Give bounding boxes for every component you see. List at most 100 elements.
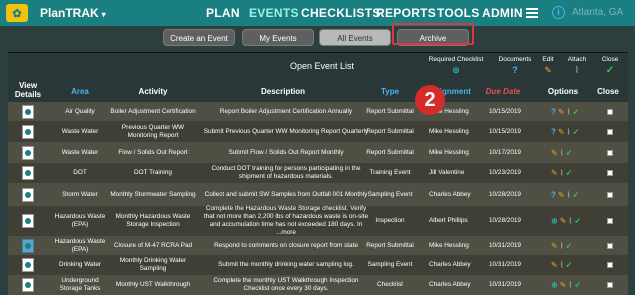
app-name-menu[interactable]: PlanTRAK ▾ xyxy=(40,6,106,20)
pencil-icon: ✎ xyxy=(544,65,552,75)
cell-due-date: 10/31/2019 xyxy=(489,261,521,268)
pencil-icon[interactable]: ✎ xyxy=(558,127,565,136)
close-checkbox[interactable] xyxy=(607,128,613,135)
cell-due-date: 10/23/2019 xyxy=(489,169,521,176)
paperclip-icon[interactable]: ⌇ xyxy=(568,217,572,226)
checkmark-icon[interactable]: ✓ xyxy=(566,148,573,157)
my-events-button[interactable]: My Events xyxy=(242,29,314,46)
close-checkbox[interactable] xyxy=(607,218,613,224)
planTRAK-logo-icon[interactable]: ✿ xyxy=(6,4,28,22)
cell-activity: DOT Training xyxy=(134,169,172,176)
header-close: Close xyxy=(597,87,619,96)
close-checkbox[interactable] xyxy=(607,262,613,268)
cell-area: DOT xyxy=(73,169,87,176)
all-events-button[interactable]: All Events xyxy=(319,29,391,46)
question-icon[interactable]: ? xyxy=(551,127,556,136)
header-area[interactable]: Area xyxy=(50,87,110,96)
paperclip-icon[interactable]: ⌇ xyxy=(560,148,564,157)
view-details-icon[interactable] xyxy=(22,124,34,139)
pencil-icon[interactable]: ✎ xyxy=(560,281,567,290)
header-type[interactable]: Type xyxy=(360,87,420,96)
view-details-icon[interactable] xyxy=(22,214,34,228)
globe-icon[interactable]: ⊕ xyxy=(551,217,558,226)
table-row: Drinking Water Monthly Drinking Water Sam… xyxy=(8,255,628,275)
view-details-icon[interactable] xyxy=(22,145,34,160)
cell-activity: Monthly Stormwater Sampling xyxy=(110,190,196,198)
view-details-icon[interactable] xyxy=(22,104,34,119)
info-icon[interactable]: i xyxy=(552,6,565,19)
pencil-icon[interactable]: ✎ xyxy=(558,190,565,199)
globe-icon[interactable]: ⊕ xyxy=(551,281,558,290)
close-checkbox[interactable] xyxy=(607,170,613,176)
view-details-icon[interactable] xyxy=(22,166,34,180)
pencil-icon[interactable]: ✎ xyxy=(551,261,558,270)
cell-description: Report Boiler Adjustment Certification A… xyxy=(219,107,353,115)
top-nav: ✿ PlanTRAK ▾ PLAN EVENTS CHECKLISTS REPOR… xyxy=(0,0,635,26)
pencil-icon[interactable]: ✎ xyxy=(551,169,558,178)
checkmark-icon[interactable]: ✓ xyxy=(574,281,581,290)
paperclip-icon[interactable]: ⌇ xyxy=(567,127,571,136)
nav-admin[interactable]: ADMIN xyxy=(482,6,523,20)
cell-type: Inspection xyxy=(375,217,405,224)
checkmark-icon[interactable]: ✓ xyxy=(566,241,573,250)
close-checkbox[interactable] xyxy=(607,242,613,249)
cell-activity: Monthly UST Walkthrough xyxy=(115,281,191,288)
cell-due-date: 10/28/2019 xyxy=(489,217,521,224)
close-legend: Close ✓ xyxy=(598,56,622,76)
cell-area: Hazardous Waste (EPA) xyxy=(54,213,106,228)
nav-reports[interactable]: REPORTS xyxy=(376,6,436,20)
close-checkbox[interactable] xyxy=(607,191,613,198)
checkmark-icon[interactable]: ✓ xyxy=(566,261,573,270)
cell-type: Report Submittal xyxy=(366,241,414,249)
cell-due-date: 10/31/2019 xyxy=(489,241,521,249)
nav-checklists[interactable]: CHECKLISTS xyxy=(301,6,381,20)
cell-area: Air Quality xyxy=(65,107,95,115)
cell-activity: Closure of M-47 RCRA Pad xyxy=(113,241,193,249)
pencil-icon[interactable]: ✎ xyxy=(551,241,558,250)
view-details-icon[interactable] xyxy=(22,187,34,202)
question-icon: ? xyxy=(512,65,518,75)
row-options: ⊕ ✎ ⌇ ✓ xyxy=(551,217,581,226)
cell-due-date: 10/17/2019 xyxy=(489,148,521,156)
view-details-icon[interactable] xyxy=(22,258,34,272)
paperclip-icon[interactable]: ⌇ xyxy=(560,261,564,270)
close-checkbox[interactable] xyxy=(607,282,613,288)
pencil-icon[interactable]: ✎ xyxy=(558,107,565,116)
required-checklist-label: Required Checklist xyxy=(428,56,484,63)
checkmark-icon[interactable]: ✓ xyxy=(566,169,573,178)
question-icon[interactable]: ? xyxy=(551,107,556,116)
create-event-button[interactable]: Create an Event xyxy=(163,29,235,46)
cell-description: Complete the Hazardous Waste Storage che… xyxy=(203,205,369,236)
close-checkbox[interactable] xyxy=(607,108,613,115)
hamburger-menu-icon[interactable] xyxy=(526,8,538,18)
view-details-icon[interactable] xyxy=(22,238,34,253)
header-description: Description xyxy=(260,87,305,96)
paperclip-icon[interactable]: ⌇ xyxy=(560,241,564,250)
paperclip-icon[interactable]: ⌇ xyxy=(567,190,571,199)
checkmark-icon[interactable]: ✓ xyxy=(573,107,580,116)
cell-due-date: 10/28/2019 xyxy=(489,190,521,198)
paperclip-icon[interactable]: ⌇ xyxy=(567,107,571,116)
question-icon[interactable]: ? xyxy=(551,190,556,199)
cell-type: Report Submittal xyxy=(366,107,414,115)
header-activity: Activity xyxy=(138,87,168,96)
pencil-icon[interactable]: ✎ xyxy=(560,217,567,226)
checkmark-icon[interactable]: ✓ xyxy=(573,127,580,136)
checkmark-icon[interactable]: ✓ xyxy=(574,217,581,226)
table-row: Waste Water Flow / Solids Out Report Submi… xyxy=(8,142,628,163)
table-row: Underground Storage Tanks Monthly UST Wal… xyxy=(8,275,628,295)
paperclip-icon[interactable]: ⌇ xyxy=(568,281,572,290)
cell-activity: Previous Quarter WW Monitoring Report xyxy=(121,123,185,139)
paperclip-icon[interactable]: ⌇ xyxy=(560,169,564,178)
nav-tools[interactable]: TOOLS xyxy=(437,6,480,20)
nav-events[interactable]: EVENTS xyxy=(249,6,299,20)
location-selector[interactable]: Atlanta, GA xyxy=(572,7,623,18)
close-checkbox[interactable] xyxy=(607,149,613,156)
header-due-date[interactable]: Due Date xyxy=(478,87,528,96)
checkmark-icon[interactable]: ✓ xyxy=(573,190,580,199)
panel-title: Open Event List xyxy=(290,61,355,71)
view-details-icon[interactable] xyxy=(22,278,34,292)
table-row: Storm Water Monthly Stormwater Sampling Co… xyxy=(8,183,628,206)
nav-plan[interactable]: PLAN xyxy=(206,6,240,20)
pencil-icon[interactable]: ✎ xyxy=(551,148,558,157)
